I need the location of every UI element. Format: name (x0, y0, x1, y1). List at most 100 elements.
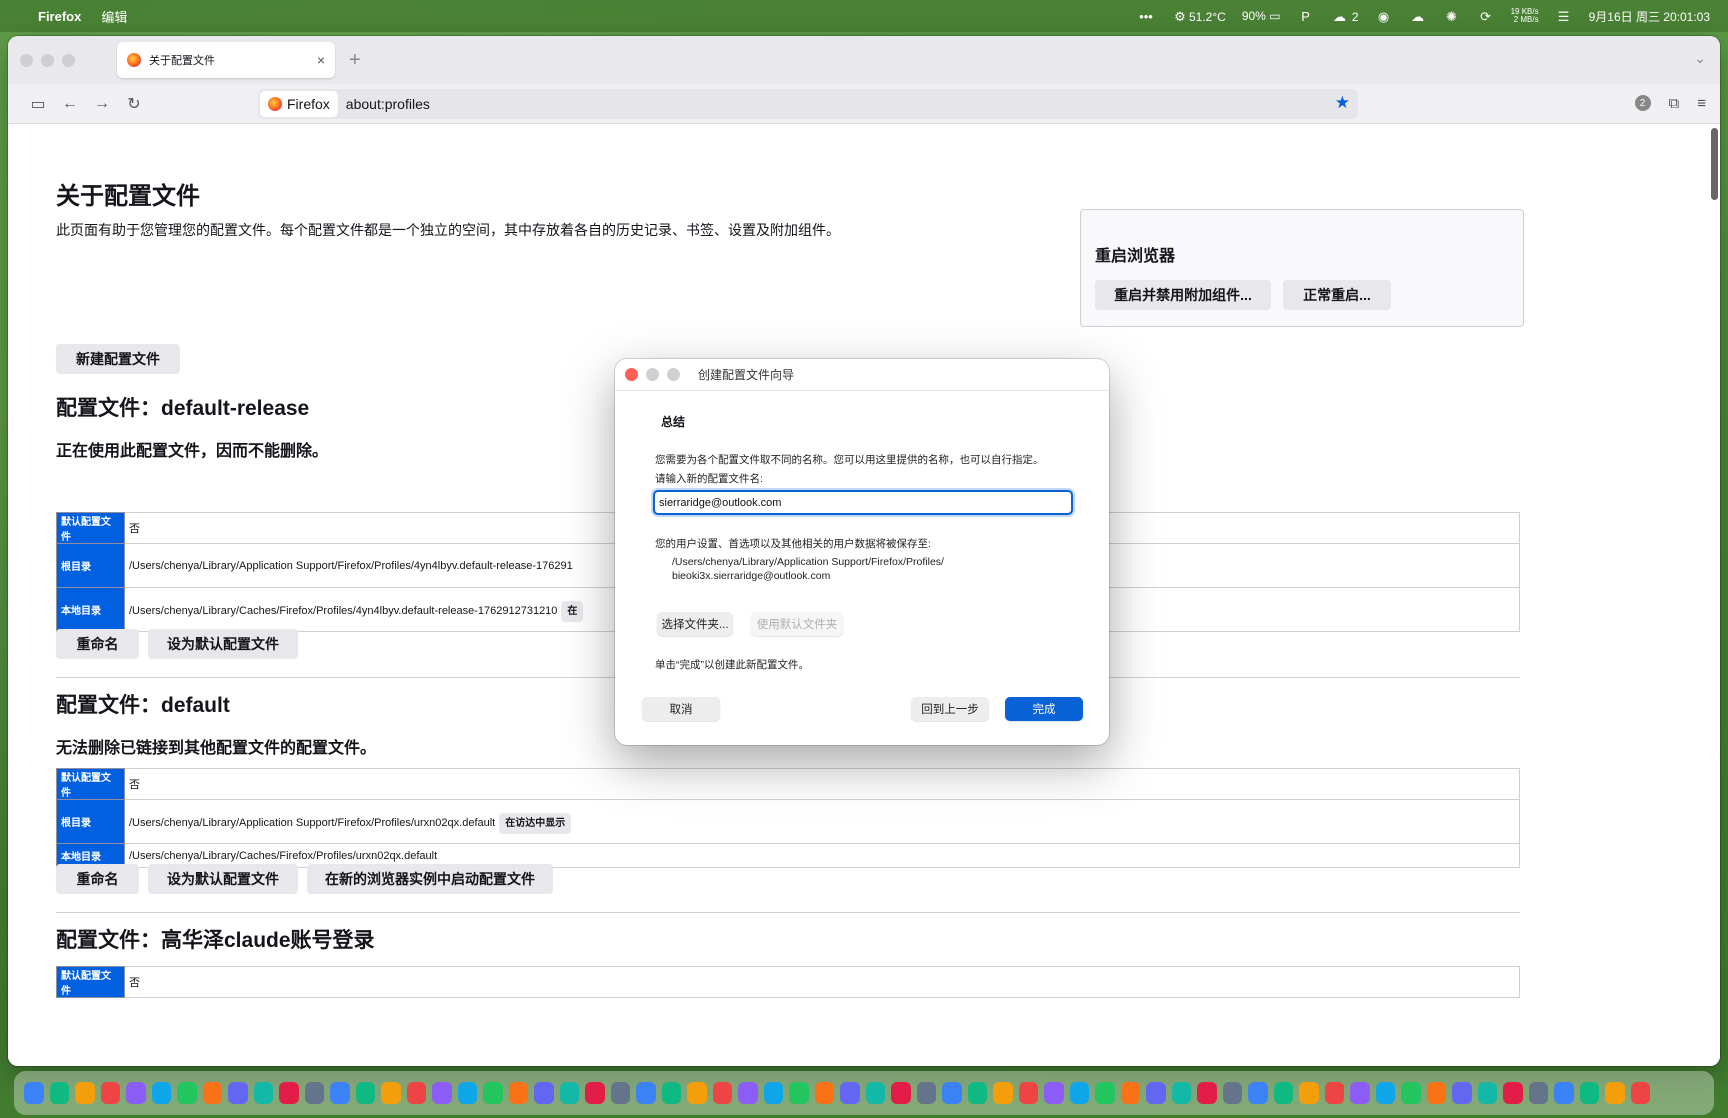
dock-app-icon[interactable] (381, 1082, 401, 1104)
menu-icon[interactable]: ≡ (1697, 95, 1706, 112)
dock-app-icon[interactable] (1554, 1082, 1574, 1104)
dock-app-icon[interactable] (126, 1082, 146, 1104)
dock-app-icon[interactable] (967, 1082, 987, 1104)
network-speed[interactable]: 19 KB/s 2 MB/s (1511, 8, 1539, 24)
control-center-icon[interactable]: ☰ (1555, 9, 1573, 24)
battery-status[interactable]: 90% ▭ (1242, 9, 1281, 23)
wechat-status[interactable]: ☁ 2 (1331, 9, 1359, 24)
p-app-icon[interactable]: P (1297, 9, 1315, 24)
dock-app-icon[interactable] (1401, 1082, 1421, 1104)
extensions-icon[interactable]: ⧉ (1669, 95, 1680, 112)
dock-app-icon[interactable] (993, 1082, 1013, 1104)
dock-app-icon[interactable] (814, 1082, 834, 1104)
dock-app-icon[interactable] (1146, 1082, 1166, 1104)
set-default-button[interactable]: 设为默认配置文件 (148, 864, 298, 894)
dock-app-icon[interactable] (202, 1082, 222, 1104)
dock-app-icon[interactable] (100, 1082, 120, 1104)
finish-button[interactable]: 完成 (1005, 697, 1083, 721)
dock-app-icon[interactable] (1503, 1082, 1523, 1104)
account-badge[interactable]: 2 (1634, 95, 1651, 111)
close-tab-icon[interactable]: × (317, 52, 325, 68)
dock-app-icon[interactable] (1248, 1082, 1268, 1104)
tab-about-profiles[interactable]: 关于配置文件 × (117, 42, 335, 78)
dock-app-icon[interactable] (687, 1082, 707, 1104)
more-dots-icon[interactable]: ••• (1137, 9, 1155, 24)
dock-app-icon[interactable] (483, 1082, 503, 1104)
dock-app-icon[interactable] (1579, 1082, 1599, 1104)
close-window-button[interactable] (20, 53, 33, 67)
dock-app-icon[interactable] (1018, 1082, 1038, 1104)
dock-app-icon[interactable] (151, 1082, 171, 1104)
sidebar-icon[interactable]: ▭ (22, 94, 54, 114)
dock-app-icon[interactable] (661, 1082, 681, 1104)
back-icon[interactable]: ← (54, 95, 86, 113)
dock-app-icon[interactable] (1069, 1082, 1089, 1104)
cpu-temp[interactable]: ⚙ 51.2°C (1171, 9, 1226, 24)
reload-icon[interactable]: ↻ (118, 94, 150, 114)
dock-app-icon[interactable] (534, 1082, 554, 1104)
dock-app-icon[interactable] (304, 1082, 324, 1104)
dock-app-icon[interactable] (253, 1082, 273, 1104)
dock-app-icon[interactable] (432, 1082, 452, 1104)
dock-app-icon[interactable] (559, 1082, 579, 1104)
dialog-close-button[interactable] (625, 368, 638, 381)
dock-app-icon[interactable] (406, 1082, 426, 1104)
dock-app-icon[interactable] (1171, 1082, 1191, 1104)
new-tab-icon[interactable]: + (349, 49, 361, 72)
dock-app-icon[interactable] (865, 1082, 885, 1104)
dock-app-icon[interactable] (279, 1082, 299, 1104)
show-in-finder-button[interactable]: 在访达中显示 (499, 813, 572, 834)
dock-app-icon[interactable] (508, 1082, 528, 1104)
dock-app-icon[interactable] (355, 1082, 375, 1104)
dock-app-icon[interactable] (840, 1082, 860, 1104)
url-text[interactable]: about:profiles (346, 96, 430, 112)
dock-app-icon[interactable] (1605, 1082, 1625, 1104)
rename-button[interactable]: 重命名 (56, 864, 139, 894)
new-profile-button[interactable]: 新建配置文件 (56, 344, 180, 374)
dock-app-icon[interactable] (1273, 1082, 1293, 1104)
dock-app-icon[interactable] (177, 1082, 197, 1104)
dock-app-icon[interactable] (75, 1082, 95, 1104)
dock-app-icon[interactable] (24, 1082, 44, 1104)
url-bar[interactable]: Firefox about:profiles ★ (258, 88, 1358, 119)
dock-app-icon[interactable] (228, 1082, 248, 1104)
zoom-window-button[interactable] (62, 53, 75, 67)
choose-folder-button[interactable]: 选择文件夹... (657, 612, 733, 636)
dock-app-icon[interactable] (916, 1082, 936, 1104)
dock-app-icon[interactable] (1120, 1082, 1140, 1104)
dock-app-icon[interactable] (942, 1082, 962, 1104)
dock-app-icon[interactable] (1044, 1082, 1064, 1104)
dock-app-icon[interactable] (1477, 1082, 1497, 1104)
dock-app-icon[interactable] (1375, 1082, 1395, 1104)
dock-app-icon[interactable] (1197, 1082, 1217, 1104)
minimize-window-button[interactable] (41, 53, 54, 67)
dock-app-icon[interactable] (610, 1082, 630, 1104)
dock-app-icon[interactable] (49, 1082, 69, 1104)
dock-app-icon[interactable] (330, 1082, 350, 1104)
restart-normal-button[interactable]: 正常重启... (1283, 280, 1391, 310)
cloud-icon[interactable]: ☁ (1409, 9, 1427, 24)
dock-app-icon[interactable] (738, 1082, 758, 1104)
dock-app-icon[interactable] (1452, 1082, 1472, 1104)
restart-safe-mode-button[interactable]: 重启并禁用附加组件... (1095, 280, 1271, 310)
openai-icon[interactable]: ✺ (1443, 9, 1461, 24)
dock-app-icon[interactable] (1630, 1082, 1650, 1104)
cancel-button[interactable]: 取消 (642, 697, 720, 721)
dock-app-icon[interactable] (1299, 1082, 1319, 1104)
profile-name-input[interactable] (653, 490, 1073, 515)
menu-datetime[interactable]: 9月16日 周三 20:01:03 (1589, 8, 1710, 25)
dock-app-icon[interactable] (1095, 1082, 1115, 1104)
sync-icon[interactable]: ⟳ (1477, 9, 1495, 24)
bookmark-star-icon[interactable]: ★ (1335, 93, 1350, 113)
rename-button[interactable]: 重命名 (56, 629, 139, 659)
launch-new-instance-button[interactable]: 在新的浏览器实例中启动配置文件 (307, 864, 553, 894)
dock-app-icon[interactable] (763, 1082, 783, 1104)
dock-app-icon[interactable] (457, 1082, 477, 1104)
dock-app-icon[interactable] (585, 1082, 605, 1104)
back-button[interactable]: 回到上一步 (911, 697, 989, 721)
dock-app-icon[interactable] (789, 1082, 809, 1104)
dock-app-icon[interactable] (891, 1082, 911, 1104)
dock-app-icon[interactable] (1350, 1082, 1370, 1104)
menu-edit[interactable]: 编辑 (101, 7, 127, 26)
scrollbar-thumb[interactable] (1711, 128, 1718, 200)
